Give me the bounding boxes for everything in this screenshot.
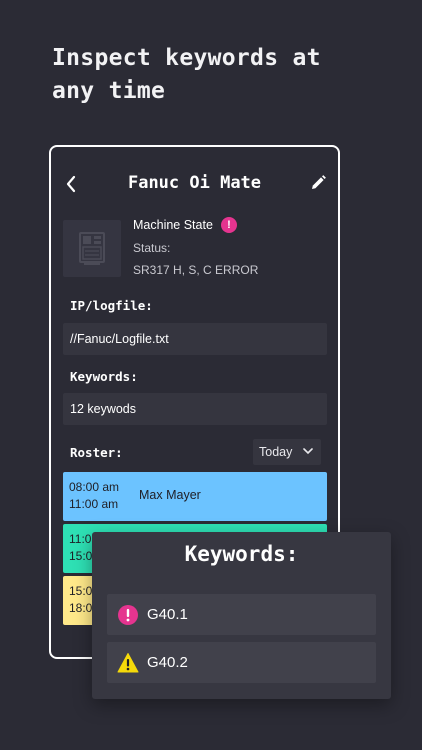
machine-state-title: Machine State ! (133, 217, 258, 233)
machine-state-label: Machine State (133, 218, 213, 232)
shift-person: Max Mayer (139, 488, 201, 502)
edit-button[interactable] (309, 174, 327, 192)
top-bar: Fanuc Oi Mate (51, 169, 338, 199)
alert-badge-icon: ! (220, 217, 237, 233)
keyword-item[interactable]: G40.2 (107, 642, 376, 683)
roster-select-value: Today (259, 445, 293, 459)
shift-start: 08:00 am (69, 480, 120, 494)
page-title: Fanuc Oi Mate (127, 173, 262, 193)
pencil-icon (312, 175, 326, 189)
shift-end: 11:00 am (69, 497, 119, 511)
roster-select[interactable]: Today (253, 439, 321, 465)
ip-logfile-label: IP/logfile: (70, 298, 153, 313)
status-value: SR317 H, S, C ERROR (133, 263, 259, 277)
shift-times: 08:00 am 11:00 am (69, 479, 119, 513)
roster-label: Roster: (70, 445, 123, 460)
machine-thumbnail (63, 220, 121, 277)
machine-info: Machine State ! Status: SR317 H, S, C ER… (133, 217, 258, 277)
roster-shift-1[interactable]: 08:00 am 11:00 am Max Mayer (63, 472, 327, 521)
headline-line-2: any time (52, 78, 166, 104)
ip-logfile-field[interactable]: //Fanuc/Logfile.txt (63, 323, 327, 355)
keyword-label: G40.1 (147, 606, 188, 623)
chevron-down-icon (303, 448, 313, 455)
keyword-label: G40.2 (147, 654, 188, 671)
error-icon (118, 605, 138, 625)
keyword-item[interactable]: G40.1 (107, 594, 376, 635)
keywords-field[interactable]: 12 keywods (63, 393, 327, 425)
headline: Inspect keywords at any time (52, 42, 392, 108)
status-label: Status: (133, 241, 171, 255)
headline-line-1: Inspect keywords at (52, 45, 321, 71)
keywords-label: Keywords: (70, 369, 138, 384)
warning-icon (117, 653, 139, 673)
popup-title: Keywords: (184, 542, 299, 566)
machine-icon (79, 232, 105, 265)
keywords-popup: Keywords: G40.1 G40.2 (92, 532, 391, 699)
